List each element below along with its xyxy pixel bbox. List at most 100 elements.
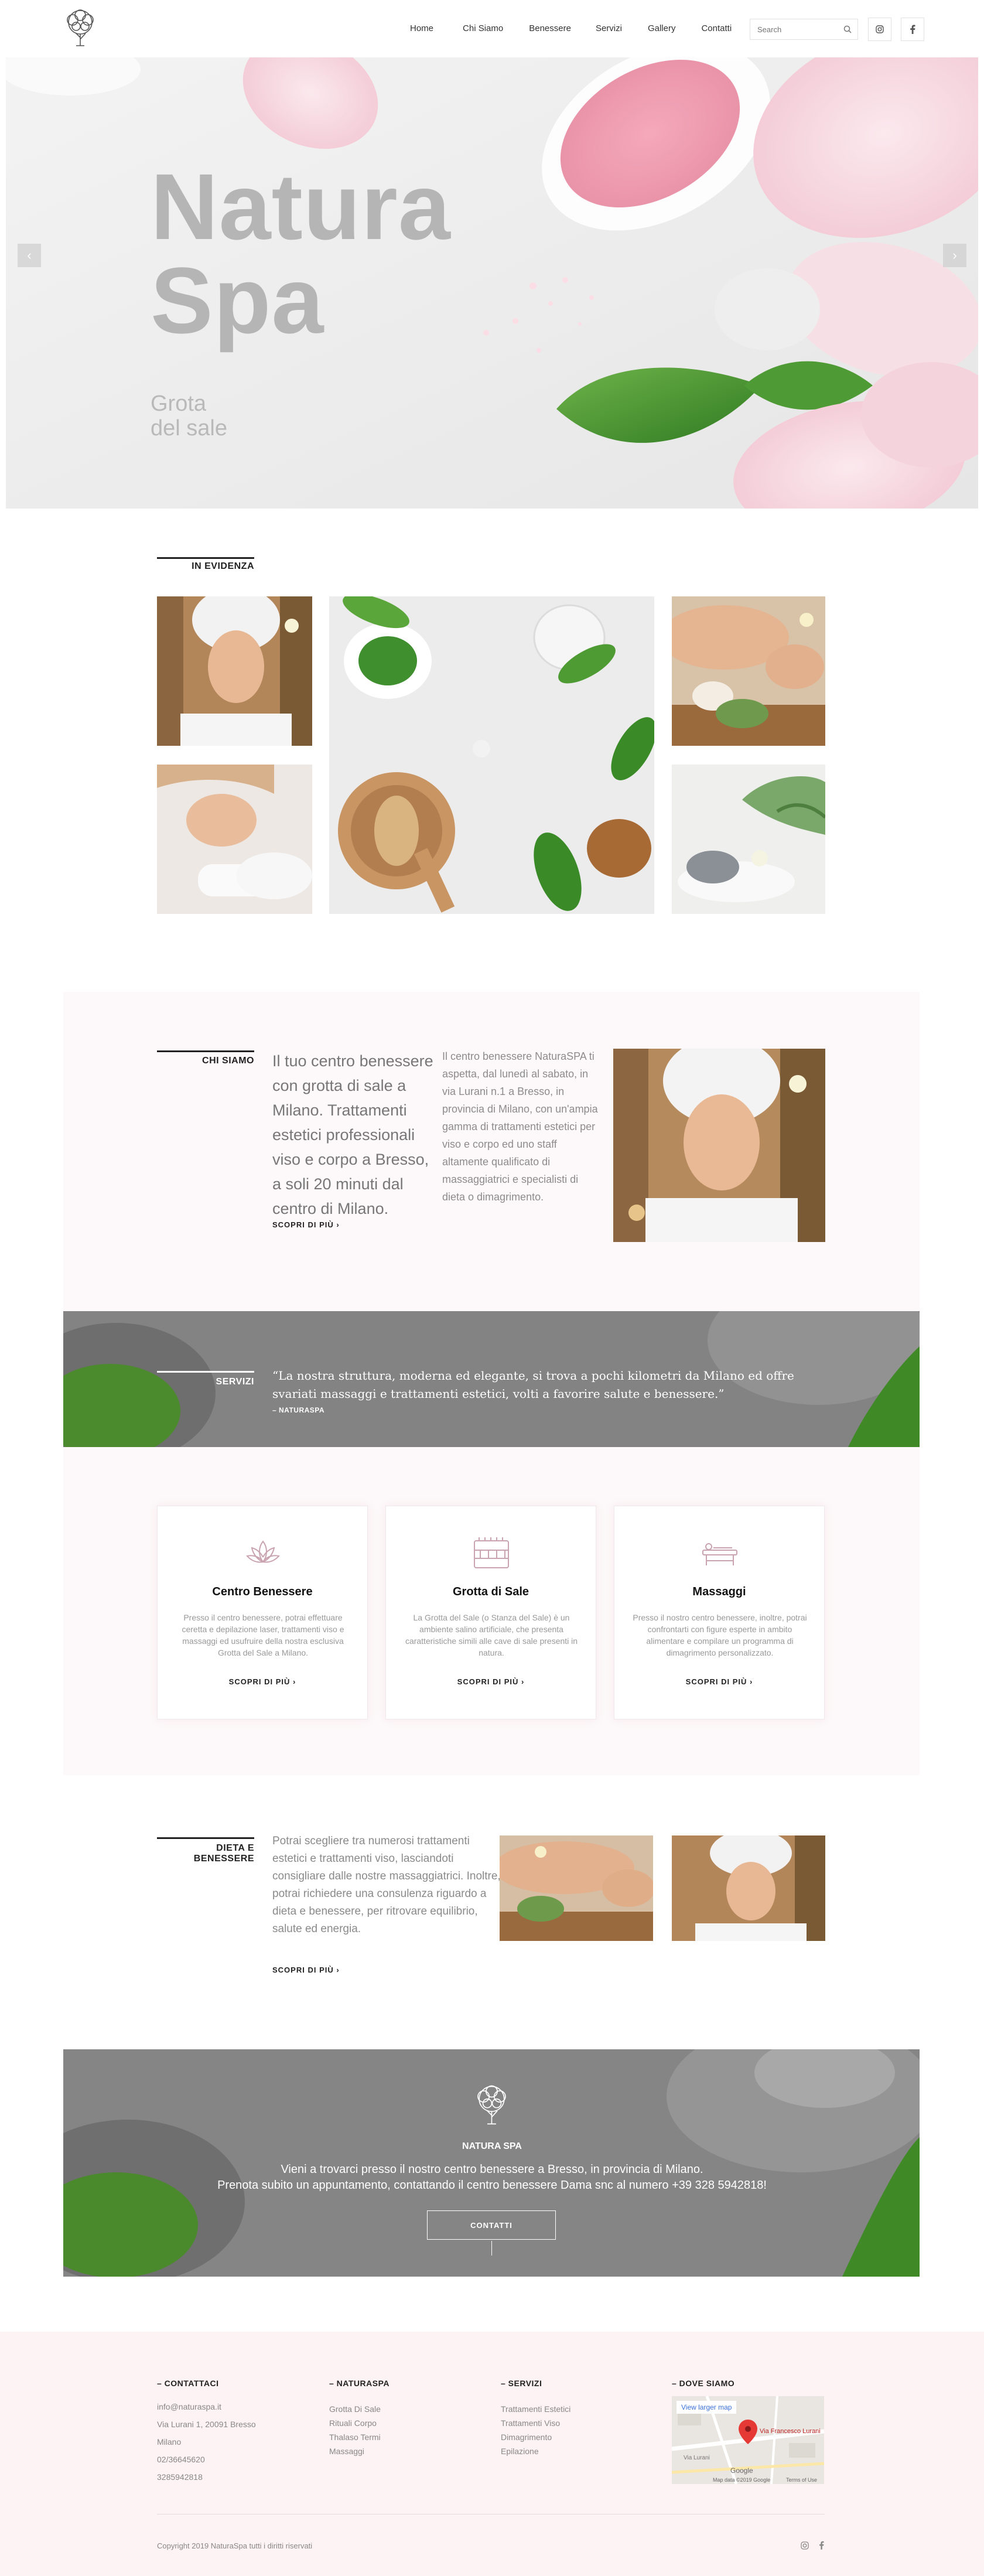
nav-home[interactable]: Home bbox=[410, 23, 433, 33]
servizi-quote: “La nostra struttura, moderna ed elegant… bbox=[272, 1369, 794, 1401]
tree-logo-icon[interactable] bbox=[59, 7, 102, 51]
gallery-image[interactable] bbox=[157, 765, 312, 914]
card-title: Centro Benessere bbox=[212, 1585, 313, 1598]
search-icon[interactable] bbox=[843, 25, 852, 33]
cta-divider bbox=[491, 2241, 492, 2256]
footer-mobile[interactable]: 3285942818 bbox=[157, 2472, 203, 2482]
card-more-link[interactable]: SCOPRI DI PIÙ › bbox=[386, 1677, 596, 1686]
card-title: Massaggi bbox=[692, 1585, 746, 1598]
chi-siamo-more-link[interactable]: SCOPRI DI PIÙ › bbox=[272, 1220, 340, 1229]
instagram-button[interactable] bbox=[868, 18, 891, 41]
nav-servizi[interactable]: Servizi bbox=[596, 23, 622, 33]
chi-siamo-image bbox=[613, 1049, 825, 1242]
section-divider bbox=[157, 1050, 254, 1052]
section-title-chi-siamo: CHI SIAMO bbox=[202, 1056, 254, 1066]
hero-subtitle: Grota del sale bbox=[151, 391, 227, 441]
card-text: Presso il centro benessere, potrai effet… bbox=[182, 1613, 344, 1657]
gallery-image[interactable] bbox=[329, 596, 654, 914]
facebook-icon[interactable] bbox=[819, 2541, 824, 2550]
section-divider bbox=[157, 557, 254, 559]
service-card[interactable]: Grotta di Sale La Grotta del Sale (o Sta… bbox=[385, 1506, 596, 1719]
nav-chi-siamo[interactable]: Chi Siamo bbox=[463, 23, 503, 33]
dieta-image bbox=[672, 1835, 825, 1941]
back-massage-image bbox=[672, 596, 825, 746]
gallery-image[interactable] bbox=[672, 596, 825, 746]
instagram-icon[interactable] bbox=[801, 2541, 809, 2550]
copyright-text: Copyright 2019 NaturaSpa tutti i diritti… bbox=[157, 2541, 313, 2550]
facial-treatment-image bbox=[157, 596, 312, 746]
hero-title-line1: Natura bbox=[151, 154, 451, 259]
quote-author: – NATURASPA bbox=[272, 1406, 325, 1414]
cta-line2: Prenota subito un appuntamento, contatta… bbox=[217, 2179, 767, 2192]
hero-subtitle-line2: del sale bbox=[151, 416, 227, 441]
cta-title: NATURA SPA bbox=[462, 2141, 522, 2151]
slider-prev-button[interactable]: ‹ bbox=[18, 244, 41, 267]
footer-city: Milano bbox=[157, 2437, 182, 2447]
lotus-icon bbox=[246, 1540, 280, 1563]
nav-gallery[interactable]: Gallery bbox=[648, 23, 676, 33]
footer-link[interactable]: Rituali Corpo bbox=[329, 2418, 377, 2428]
card-text: La Grotta del Sale (o Stanza del Sale) è… bbox=[405, 1613, 578, 1657]
search-input[interactable] bbox=[750, 19, 838, 39]
footer-contatti-title: – CONTATTACI bbox=[157, 2379, 219, 2388]
instagram-icon bbox=[876, 25, 884, 33]
site-footer: – CONTATTACI info@naturaspa.it Via Luran… bbox=[0, 2332, 984, 2576]
section-divider bbox=[157, 1837, 254, 1839]
section-title-evidenza: IN EVIDENZA bbox=[192, 561, 254, 571]
card-more-link[interactable]: SCOPRI DI PIÙ › bbox=[158, 1677, 367, 1686]
facial-treatment-image bbox=[613, 1049, 825, 1242]
facial-treatment-image bbox=[672, 1835, 825, 1941]
footer-address: Via Lurani 1, 20091 Bresso bbox=[157, 2420, 256, 2429]
dieta-text: Potrai scegliere tra numerosi trattament… bbox=[272, 1835, 501, 1935]
slider-next-button[interactable]: › bbox=[943, 244, 966, 267]
map-credits: Map data ©2019 Google bbox=[713, 2477, 771, 2483]
footer-link[interactable]: Trattamenti Estetici bbox=[501, 2404, 570, 2414]
chi-siamo-body: Il centro benessere NaturaSPA ti aspetta… bbox=[442, 1050, 598, 1203]
card-more-link[interactable]: SCOPRI DI PIÙ › bbox=[614, 1677, 824, 1686]
chi-siamo-lead: Il tuo centro benessere con grotta di sa… bbox=[272, 1052, 433, 1217]
footer-dove-title: – DOVE SIAMO bbox=[672, 2379, 735, 2388]
map-google-logo: Google bbox=[730, 2466, 753, 2475]
back-massage-image bbox=[500, 1835, 653, 1941]
nav-contatti[interactable]: Contatti bbox=[701, 23, 732, 33]
footer-servizi-title: – SERVIZI bbox=[501, 2379, 542, 2388]
chevron-left-icon: ‹ bbox=[27, 248, 32, 262]
footer-link[interactable]: Thalaso Termi bbox=[329, 2432, 381, 2442]
footer-link[interactable]: Grotta Di Sale bbox=[329, 2404, 381, 2414]
section-title-servizi: SERVIZI bbox=[216, 1377, 254, 1387]
gallery-image[interactable] bbox=[672, 765, 825, 914]
head-massage-image bbox=[157, 765, 312, 914]
search-box bbox=[750, 19, 858, 40]
hero-title: Natura Spa bbox=[151, 160, 451, 347]
footer-email[interactable]: info@naturaspa.it bbox=[157, 2402, 221, 2411]
contatti-button[interactable]: CONTATTI bbox=[427, 2210, 556, 2240]
main-nav: Home Chi Siamo Benessere Servizi Gallery… bbox=[410, 23, 732, 33]
google-map[interactable]: View larger map Via Francesco Lurani Via… bbox=[672, 2396, 824, 2484]
spa-tools-image bbox=[329, 596, 654, 914]
service-card[interactable]: Centro Benessere Presso il centro beness… bbox=[157, 1506, 368, 1719]
footer-phone[interactable]: 02/36645620 bbox=[157, 2455, 205, 2464]
card-title: Grotta di Sale bbox=[452, 1585, 529, 1598]
section-divider bbox=[157, 1371, 254, 1373]
spa-stones-image bbox=[672, 765, 825, 914]
footer-link[interactable]: Dimagrimento bbox=[501, 2432, 552, 2442]
chevron-right-icon: › bbox=[952, 248, 957, 262]
footer-link[interactable]: Trattamenti Viso bbox=[501, 2418, 560, 2428]
facebook-button[interactable] bbox=[901, 18, 924, 41]
service-card[interactable]: Massaggi Presso il nostro centro benesse… bbox=[614, 1506, 825, 1719]
footer-naturaspa-title: – NATURASPA bbox=[329, 2379, 390, 2388]
map-street-label: Via Lurani bbox=[684, 2455, 710, 2461]
card-text: Presso il nostro centro benessere, inolt… bbox=[633, 1613, 807, 1657]
nav-benessere[interactable]: Benessere bbox=[529, 23, 571, 33]
site-header: Home Chi Siamo Benessere Servizi Gallery… bbox=[0, 0, 984, 57]
dieta-more-link[interactable]: SCOPRI DI PIÙ › bbox=[272, 1966, 340, 1974]
gallery-image[interactable] bbox=[157, 596, 312, 746]
map-view-larger-link[interactable]: View larger map bbox=[676, 2401, 737, 2414]
footer-link[interactable]: Epilazione bbox=[501, 2447, 539, 2456]
hero-subtitle-line1: Grota bbox=[151, 391, 207, 416]
cta-line1: Vieni a trovarci presso il nostro centro… bbox=[281, 2163, 703, 2176]
footer-link[interactable]: Massaggi bbox=[329, 2447, 364, 2456]
section-title-dieta: DIETA E BENESSERE bbox=[193, 1843, 254, 1864]
hero-slider: Natura Spa Grota del sale ‹ › bbox=[6, 57, 978, 509]
map-terms-link[interactable]: Terms of Use bbox=[786, 2477, 817, 2483]
